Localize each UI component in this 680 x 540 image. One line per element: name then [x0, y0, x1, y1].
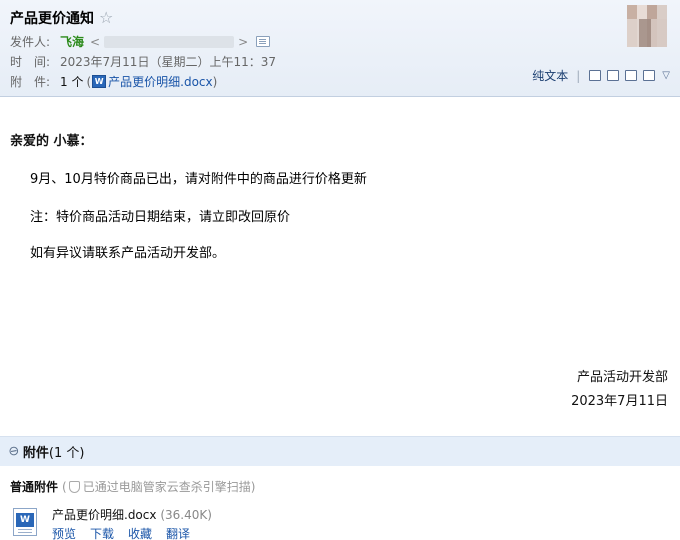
print-icon[interactable] [643, 70, 656, 81]
addr-close-bracket: > [238, 34, 249, 49]
body-paragraph-1: 9月、10月特价商品已出，请对附件中的商品进行价格更新 [30, 172, 367, 187]
more-chevron-icon[interactable]: ▽ [662, 70, 670, 81]
attachment-title: 附件 [22, 446, 49, 461]
attachment-count: (1 个) [48, 446, 85, 461]
normal-attachments-row: 普通附件 ( 已通过电脑管家云查杀引擎扫描) [10, 478, 255, 495]
attach-count: 1 个 [60, 75, 84, 89]
preview-link[interactable]: 预览 [52, 525, 76, 540]
time-row: 时 间: 2023年7月11日（星期二）上午11：37 [10, 53, 276, 70]
star-icon[interactable]: ☆ [99, 10, 113, 26]
mail-header: 产品更价通知 ☆ 发件人: 飞海 < > 时 间: 2023年7月11日（星期二… [0, 0, 680, 97]
greeting: 亲爱的 小慕： [10, 134, 93, 149]
scan-note: 已通过电脑管家云查杀引擎扫描) [82, 480, 256, 494]
normal-attachments-label: 普通附件 [10, 480, 59, 494]
attach-label: 附 件: [10, 75, 51, 89]
signature-date: 2023年7月11日 [571, 394, 668, 409]
attachment-actions: 预览 下载 收藏 翻译 [52, 525, 190, 540]
attach-paren-open: ( [86, 74, 92, 89]
new-window-icon[interactable] [589, 70, 602, 81]
sender-avatar[interactable] [627, 5, 667, 47]
subject-row: 产品更价通知 ☆ [10, 8, 113, 28]
attachment-file-name[interactable]: 产品更价明细.docx [52, 508, 156, 522]
body-paragraph-2: 注：特价商品活动日期结束，请立即改回原价 [30, 210, 291, 225]
word-file-icon[interactable]: W [13, 508, 37, 536]
shield-icon [68, 480, 80, 493]
sender-label: 发件人: [10, 35, 51, 49]
scan-prefix: ( [62, 479, 67, 494]
sender-row: 发件人: 飞海 < > [10, 33, 271, 50]
sender-address-redacted [104, 35, 235, 48]
word-doc-icon: W [92, 75, 107, 88]
contact-card-icon[interactable] [256, 36, 271, 47]
plain-text-button[interactable]: 纯文本 [532, 67, 568, 84]
time-label: 时 间: [10, 55, 51, 69]
sender-name[interactable]: 飞海 [60, 33, 84, 50]
signature-department: 产品活动开发部 [576, 370, 668, 385]
paperclip-icon: ⊘ [4, 442, 23, 461]
save-icon[interactable] [625, 70, 638, 81]
attachment-bar: ⊘ 附件 (1 个) [0, 436, 680, 466]
addr-open-bracket: < [90, 34, 101, 49]
toolbar-separator: | [576, 68, 581, 83]
attach-row: 附 件: 1 个 ( W 产品更价明细.docx ) [10, 73, 217, 90]
mail-subject: 产品更价通知 [10, 11, 94, 27]
download-link[interactable]: 下载 [90, 525, 114, 540]
file-lines [18, 529, 32, 530]
time-value: 2023年7月11日（星期二）上午11：37 [60, 55, 276, 69]
body-paragraph-3: 如有异议请联系产品活动开发部。 [30, 246, 226, 261]
word-logo-icon: W [16, 513, 34, 527]
translate-link[interactable]: 翻译 [166, 525, 190, 540]
mail-toolbar: 纯文本 | ▽ [532, 67, 670, 84]
favorite-link[interactable]: 收藏 [128, 525, 152, 540]
attach-paren-close: ) [212, 74, 218, 89]
view-source-icon[interactable] [607, 70, 620, 81]
mail-body: 亲爱的 小慕： [10, 130, 670, 149]
attachment-file-size: (36.40K) [160, 508, 212, 522]
attach-link[interactable]: 产品更价明细.docx [108, 73, 212, 90]
attachment-file: 产品更价明细.docx (36.40K) [52, 506, 212, 523]
